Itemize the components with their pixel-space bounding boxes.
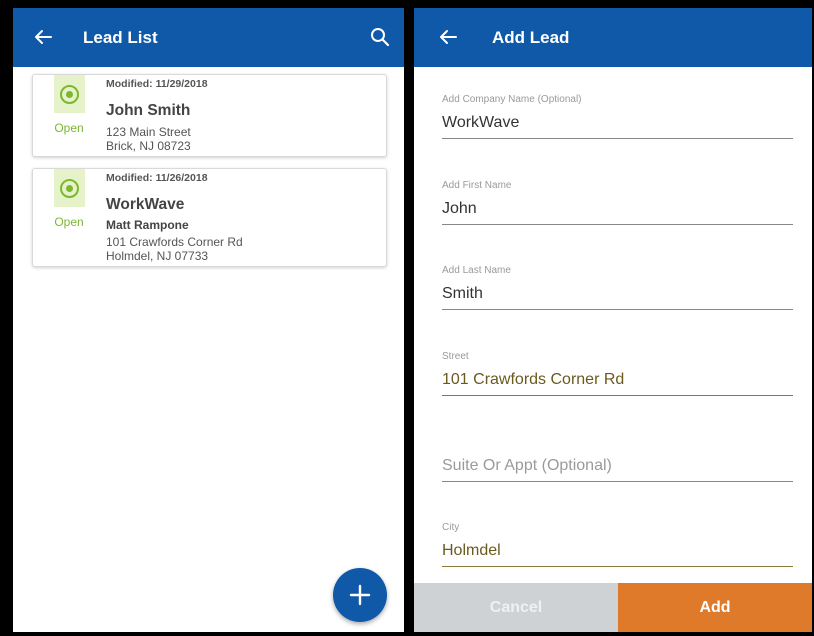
modified-date: Modified: 11/29/2018 <box>106 78 208 90</box>
field-underline <box>442 395 793 396</box>
field-underline <box>442 481 793 482</box>
address-line-2: Holmdel, NJ 07733 <box>106 249 209 263</box>
status-flag <box>54 75 85 113</box>
address-line-1: 123 Main Street <box>106 125 191 139</box>
back-arrow-icon[interactable] <box>436 25 460 49</box>
lead-name: John Smith <box>106 102 191 119</box>
lead-name: WorkWave <box>106 196 185 213</box>
add-lead-screen: Add Lead Add Company Name (Optional) Wor… <box>414 8 812 632</box>
address-line-1: 101 Crawfords Corner Rd <box>106 235 243 249</box>
lead-contact: Matt Rampone <box>106 218 189 232</box>
modified-date: Modified: 11/26/2018 <box>106 172 208 184</box>
first-name-label: Add First Name <box>442 180 512 191</box>
lead-list-screen: Lead List Open Modified: 11/29/2018 John… <box>13 8 404 632</box>
lead-card-workwave[interactable]: Open Modified: 11/26/2018 WorkWave Matt … <box>32 168 387 267</box>
lead-card-john-smith[interactable]: Open Modified: 11/29/2018 John Smith 123… <box>32 74 387 157</box>
page-title: Lead List <box>83 28 158 47</box>
cancel-button[interactable]: Cancel <box>414 583 618 632</box>
add-lead-app-bar: Add Lead <box>414 8 812 67</box>
last-name-label: Add Last Name <box>442 265 511 276</box>
status-badge: Open <box>54 215 84 229</box>
city-label: City <box>442 522 460 533</box>
open-status-icon <box>60 85 79 104</box>
status-flag <box>54 169 85 207</box>
page-title: Add Lead <box>492 28 570 47</box>
street-label: Street <box>442 351 469 362</box>
search-icon[interactable] <box>368 25 392 49</box>
last-name-value[interactable]: Smith <box>442 285 483 303</box>
city-value[interactable]: Holmdel <box>442 542 501 560</box>
lead-list-app-bar: Lead List <box>13 8 404 67</box>
open-status-icon <box>60 179 79 198</box>
address-line-2: Brick, NJ 08723 <box>106 139 191 153</box>
company-name-value[interactable]: WorkWave <box>442 114 519 132</box>
plus-icon <box>349 584 371 606</box>
add-lead-fab[interactable] <box>333 568 387 622</box>
back-arrow-icon[interactable] <box>31 25 55 49</box>
first-name-value[interactable]: John <box>442 200 477 218</box>
add-button[interactable]: Add <box>618 583 812 632</box>
field-underline <box>442 224 793 225</box>
street-value[interactable]: 101 Crawfords Corner Rd <box>442 371 624 389</box>
suite-placeholder[interactable]: Suite Or Appt (Optional) <box>442 457 612 475</box>
field-underline <box>442 309 793 310</box>
field-underline <box>442 566 793 567</box>
status-badge: Open <box>54 121 84 135</box>
field-underline <box>442 138 793 139</box>
company-name-label: Add Company Name (Optional) <box>442 94 582 105</box>
